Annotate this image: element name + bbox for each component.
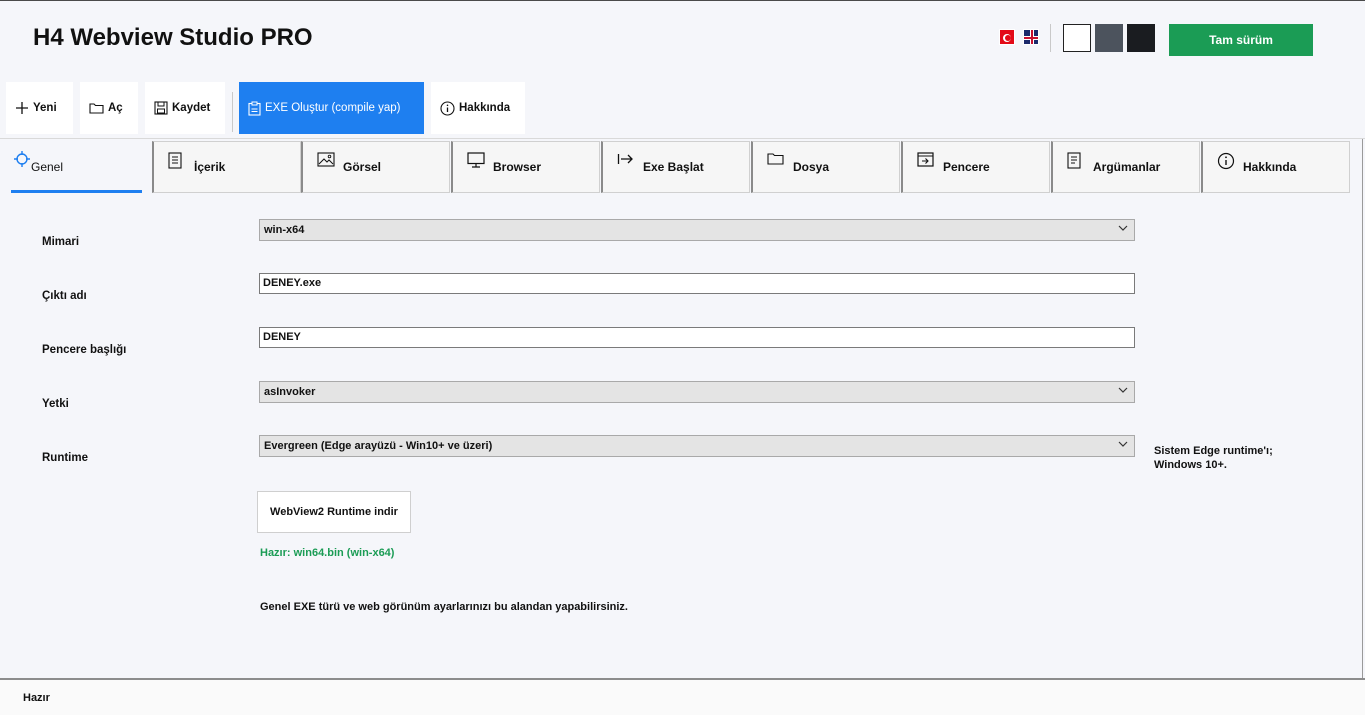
chevron-down-icon: [1118, 441, 1128, 447]
list-document-icon: [1067, 152, 1081, 169]
tab-label: Dosya: [793, 160, 830, 174]
content-frame-border: [1362, 139, 1363, 679]
theme-gray-swatch[interactable]: [1095, 24, 1123, 52]
info-icon: [1217, 152, 1235, 170]
runtime-value: Evergreen (Edge arayüzü - Win10+ ve üzer…: [264, 440, 493, 452]
save-button[interactable]: Kaydet: [145, 82, 225, 134]
header-divider: [1050, 24, 1051, 52]
window-icon: [917, 152, 934, 167]
runtime-select[interactable]: Evergreen (Edge arayüzü - Win10+ ve üzer…: [259, 435, 1135, 457]
arch-value: win-x64: [264, 224, 305, 236]
folder-icon: [767, 153, 784, 165]
folder-icon: [89, 103, 104, 114]
image-icon: [317, 152, 335, 167]
runtime-note-line1: Sistem Edge runtime'ı;: [1154, 445, 1273, 457]
chevron-down-icon: [1118, 387, 1128, 393]
tab-icerik[interactable]: İçerik: [152, 141, 301, 193]
info-icon: [440, 100, 455, 116]
tab-hakkinda[interactable]: Hakkında: [1201, 141, 1350, 193]
arch-select[interactable]: win-x64: [259, 219, 1135, 241]
general-hint-text: Genel EXE türü ve web görünüm ayarlarını…: [260, 601, 628, 613]
about-button[interactable]: Hakkında: [431, 82, 525, 134]
crosshair-icon: [14, 151, 30, 167]
save-button-label: Kaydet: [172, 102, 211, 114]
tab-label: Exe Başlat: [643, 160, 704, 174]
tab-pencere[interactable]: Pencere: [901, 141, 1050, 193]
status-text: Hazır: [23, 692, 50, 704]
app-title: H4 Webview Studio PRO: [33, 24, 313, 51]
full-version-button[interactable]: Tam sürüm: [1169, 24, 1313, 56]
open-button-label: Aç: [108, 102, 123, 114]
output-name-input[interactable]: DENEY.exe: [259, 273, 1135, 294]
window-title-label: Pencere başlığı: [42, 344, 127, 356]
tab-label: Argümanlar: [1093, 160, 1161, 174]
tab-genel[interactable]: Genel: [2, 141, 151, 193]
document-icon: [168, 152, 182, 169]
status-bar: [0, 680, 1365, 715]
window-title-input[interactable]: DENEY: [259, 327, 1135, 348]
output-name-label: Çıktı adı: [42, 290, 87, 302]
runtime-label: Runtime: [42, 452, 88, 464]
monitor-icon: [467, 152, 485, 168]
tab-dosya[interactable]: Dosya: [751, 141, 900, 193]
runtime-note-line2: Windows 10+.: [1154, 459, 1227, 471]
open-button[interactable]: Aç: [80, 82, 138, 134]
new-button-label: Yeni: [33, 102, 57, 114]
download-webview2-button[interactable]: WebView2 Runtime indir: [257, 491, 411, 533]
active-tab-indicator: [11, 190, 142, 193]
tab-label: İçerik: [194, 160, 226, 174]
tab-argumanlar[interactable]: Argümanlar: [1051, 141, 1200, 193]
privilege-value: asInvoker: [264, 386, 316, 398]
about-button-label: Hakkında: [459, 102, 511, 114]
tab-browser[interactable]: Browser: [451, 141, 600, 193]
turkish-flag-icon[interactable]: [999, 29, 1015, 45]
tabbar-border: [0, 138, 1365, 139]
tab-label: Hakkında: [1243, 160, 1297, 174]
tab-gorsel[interactable]: Görsel: [301, 141, 450, 193]
build-exe-button-label: EXE Oluştur (compile yap): [265, 102, 401, 114]
ready-status-text: Hazır: win64.bin (win-x64): [260, 547, 395, 559]
tab-label: Genel: [31, 160, 64, 174]
english-flag-icon[interactable]: [1023, 29, 1039, 45]
arch-label: Mimari: [42, 236, 80, 248]
clipboard-icon: [248, 101, 261, 116]
toolbar-separator: [232, 92, 233, 132]
theme-dark-swatch[interactable]: [1127, 24, 1155, 52]
privilege-select[interactable]: asInvoker: [259, 381, 1135, 403]
tab-exe-baslat[interactable]: Exe Başlat: [601, 141, 750, 193]
window-top-border: [0, 0, 1365, 1]
plus-icon: [16, 102, 28, 114]
tab-label: Browser: [493, 160, 542, 174]
tab-label: Görsel: [343, 160, 382, 174]
tab-label: Pencere: [943, 160, 990, 174]
build-exe-button[interactable]: EXE Oluştur (compile yap): [239, 82, 424, 134]
chevron-down-icon: [1118, 225, 1128, 231]
save-icon: [154, 101, 168, 115]
new-button[interactable]: Yeni: [6, 82, 73, 134]
theme-light-swatch[interactable]: [1063, 24, 1091, 52]
runtime-note: Sistem Edge runtime'ı; Windows 10+.: [1154, 444, 1324, 472]
privilege-label: Yetki: [42, 398, 69, 410]
launch-arrow-icon: [617, 154, 633, 164]
